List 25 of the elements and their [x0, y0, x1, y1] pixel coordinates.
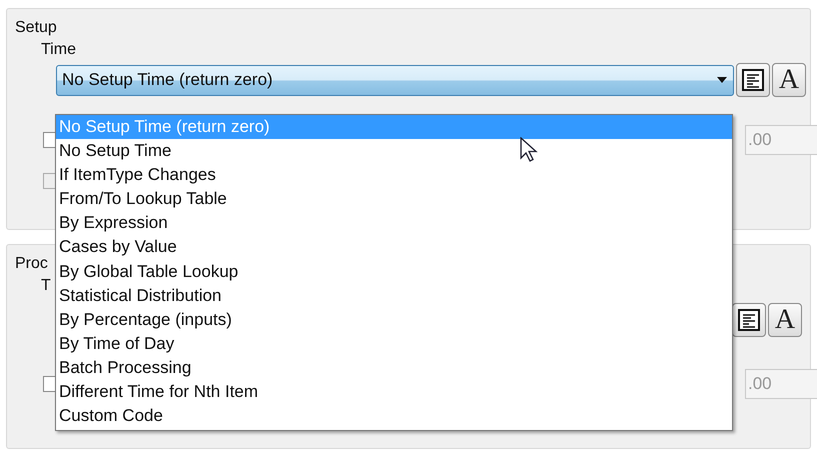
dropdown-option[interactable]: By Time of Day [56, 332, 732, 356]
dropdown-option[interactable]: Statistical Distribution [56, 284, 732, 308]
dropdown-option[interactable]: If ItemType Changes [56, 163, 732, 188]
edit-button[interactable] [736, 63, 770, 97]
dropdown-option[interactable]: Cases by Value [56, 235, 732, 260]
caret-icon [717, 77, 727, 83]
dropdown-option[interactable]: From/To Lookup Table [56, 187, 732, 212]
dropdown-option[interactable]: By Expression [56, 211, 732, 236]
dropdown-option[interactable]: Batch Processing [56, 356, 732, 380]
dropdown-option[interactable]: Different Time for Nth Item [56, 380, 732, 404]
dropdown-option[interactable]: By Percentage (inputs) [56, 308, 732, 332]
group-title: Proc [15, 255, 48, 273]
dropdown-option[interactable]: Custom Code [56, 404, 732, 428]
dropdown-option[interactable]: By Global Table Lookup [56, 260, 732, 284]
group-title: Setup [15, 19, 57, 37]
text-button[interactable]: A [768, 303, 802, 337]
dropdown-option[interactable]: No Setup Time [56, 139, 732, 164]
edit-button[interactable] [732, 303, 766, 337]
field-label: T [41, 277, 51, 295]
cursor-icon [520, 137, 538, 163]
lines-icon [741, 68, 765, 92]
field-label: Time [41, 41, 76, 59]
dropdown-field[interactable]: No Setup Time (return zero) [56, 64, 734, 96]
text-button[interactable]: A [772, 63, 806, 97]
lines-icon [737, 308, 761, 332]
